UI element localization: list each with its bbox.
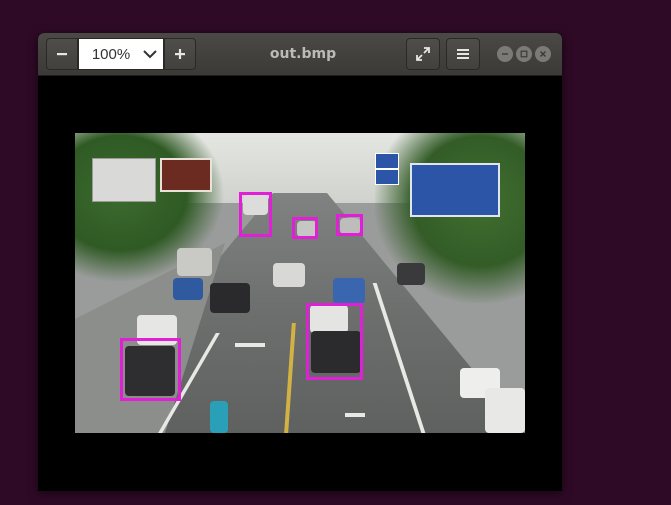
close-button[interactable] — [535, 46, 551, 62]
detection-box — [336, 214, 363, 236]
maximize-icon — [520, 50, 528, 58]
fullscreen-button[interactable] — [406, 38, 440, 70]
detection-box — [306, 303, 363, 380]
menu-button[interactable] — [446, 38, 480, 70]
image-car — [333, 278, 365, 304]
image-blank-sign — [92, 158, 156, 202]
image-car — [173, 278, 203, 300]
desktop-background: 100% out.bmp — [0, 0, 671, 505]
header-bar: 100% out.bmp — [38, 33, 562, 76]
fullscreen-icon — [416, 47, 430, 61]
image-blue-sign — [410, 163, 500, 217]
image-car — [273, 263, 305, 287]
detection-box — [292, 217, 318, 239]
minus-icon — [57, 53, 67, 56]
image-canvas[interactable] — [38, 76, 562, 491]
image-parking-sign — [375, 169, 399, 185]
zoom-level-value: 100% — [91, 45, 131, 63]
image-scooter-rider — [210, 401, 228, 433]
image-lane-arrow — [345, 413, 365, 417]
detection-box — [120, 338, 181, 401]
image-car — [177, 248, 212, 276]
minimize-button[interactable] — [497, 46, 513, 62]
image-car — [210, 283, 250, 313]
zoom-in-button[interactable] — [164, 38, 196, 70]
hamburger-menu-icon — [457, 49, 469, 59]
image-viewer-window: 100% out.bmp — [38, 33, 562, 491]
zoom-out-button[interactable] — [46, 38, 78, 70]
image-parking-sign — [375, 153, 399, 169]
image-brown-sign — [160, 158, 212, 192]
minimize-icon — [502, 53, 508, 55]
image-car — [485, 388, 525, 433]
plus-icon — [175, 49, 185, 59]
maximize-button[interactable] — [516, 46, 532, 62]
detection-box — [239, 192, 272, 237]
image-lane-arrow — [235, 343, 265, 347]
image-car — [397, 263, 425, 285]
chevron-down-icon[interactable] — [137, 49, 163, 59]
displayed-image — [75, 133, 525, 433]
close-icon — [540, 51, 546, 57]
window-title: out.bmp — [269, 46, 337, 62]
zoom-level-combo[interactable]: 100% — [78, 38, 164, 70]
